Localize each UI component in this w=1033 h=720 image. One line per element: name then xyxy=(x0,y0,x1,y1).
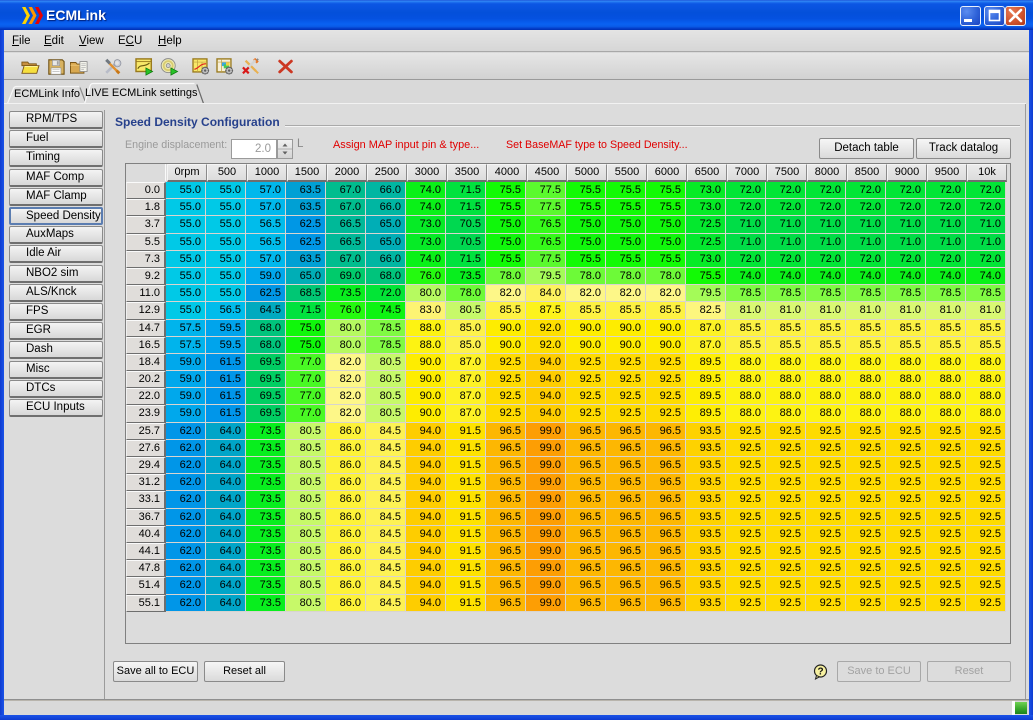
svg-text:?: ? xyxy=(817,667,823,678)
